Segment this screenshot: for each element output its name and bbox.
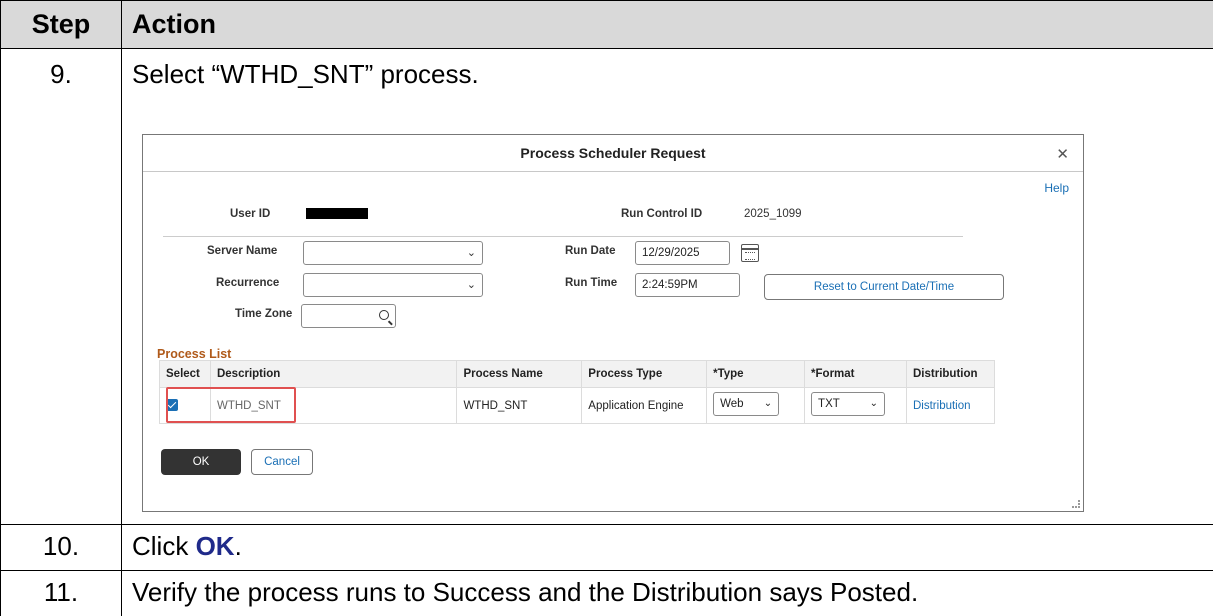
time-zone-label: Time Zone	[235, 308, 293, 320]
format-value: TXT	[818, 398, 840, 410]
column-header: *Format	[804, 360, 907, 388]
action-text-11: Verify the process runs to Success and t…	[121, 570, 1213, 616]
step-number-10: 10.	[0, 524, 122, 571]
column-header: *Type	[706, 360, 806, 388]
dialog-title: Process Scheduler Request	[520, 145, 706, 161]
column-header: Select	[159, 360, 211, 388]
type-select[interactable]: Web ⌄	[713, 392, 780, 416]
run-control-value: 2025_1099	[744, 208, 802, 220]
process-scheduler-dialog: Process Scheduler Request ✕ Help User ID…	[142, 134, 1084, 512]
action-text-10-suffix: .	[234, 531, 242, 561]
title-divider	[143, 171, 1083, 172]
chevron-down-icon: ⌄	[466, 279, 476, 291]
column-header: Process Type	[581, 360, 708, 388]
process-type-cell: Application Engine	[581, 387, 708, 424]
process-list-grid: Select Description Process Name Process …	[159, 360, 995, 424]
distribution-link[interactable]: Distribution	[906, 387, 995, 424]
section-divider	[163, 236, 963, 237]
format-select[interactable]: TXT ⌄	[811, 392, 886, 416]
cancel-button[interactable]: Cancel	[251, 449, 313, 475]
action-cell-10: Click OK.	[121, 524, 1213, 571]
time-zone-input[interactable]	[301, 304, 396, 328]
chevron-down-icon: ⌄	[466, 247, 476, 259]
step-column-header: Step	[0, 0, 122, 49]
column-header: Distribution	[906, 360, 995, 388]
action-ok-emphasis: OK	[195, 531, 235, 561]
recurrence-label: Recurrence	[216, 277, 280, 289]
process-list-title: Process List	[157, 347, 232, 361]
user-id-redacted	[306, 208, 368, 219]
chevron-down-icon: ⌄	[869, 398, 879, 409]
chevron-down-icon: ⌄	[763, 398, 773, 409]
server-name-label: Server Name	[207, 245, 278, 257]
help-link[interactable]: Help	[1044, 181, 1069, 195]
recurrence-select[interactable]: ⌄	[303, 273, 483, 297]
run-date-value: 12/29/2025	[642, 247, 700, 259]
close-icon[interactable]: ✕	[1056, 145, 1069, 163]
user-id-label: User ID	[230, 208, 271, 220]
process-name-cell: WTHD_SNT	[456, 387, 583, 424]
run-control-label: Run Control ID	[621, 208, 703, 220]
run-date-label: Run Date	[565, 245, 616, 257]
type-value: Web	[720, 398, 744, 410]
action-text-10: Click	[132, 531, 196, 561]
table-row: WTHD_SNT WTHD_SNT Application Engine Web…	[159, 387, 995, 424]
select-checkbox[interactable]	[166, 399, 178, 411]
resize-handle[interactable]	[1072, 500, 1080, 508]
server-name-select[interactable]: ⌄	[303, 241, 483, 265]
column-header: Process Name	[456, 360, 583, 388]
run-time-value: 2:24:59PM	[642, 279, 698, 291]
step-number-11: 11.	[0, 570, 122, 616]
run-time-label: Run Time	[565, 277, 618, 289]
run-date-input[interactable]: 12/29/2025	[635, 241, 759, 265]
action-text-9: Select “WTHD_SNT” process.	[132, 59, 479, 89]
calendar-icon[interactable]	[741, 244, 759, 262]
run-time-input[interactable]: 2:24:59PM	[635, 273, 740, 297]
column-header: Description	[209, 360, 458, 388]
description-cell: WTHD_SNT	[209, 387, 458, 424]
action-column-header: Action	[121, 0, 1213, 49]
ok-button[interactable]: OK	[161, 449, 241, 475]
step-number-9: 9.	[0, 48, 122, 525]
search-icon[interactable]	[379, 310, 389, 320]
reset-date-time-button[interactable]: Reset to Current Date/Time	[764, 274, 1004, 300]
